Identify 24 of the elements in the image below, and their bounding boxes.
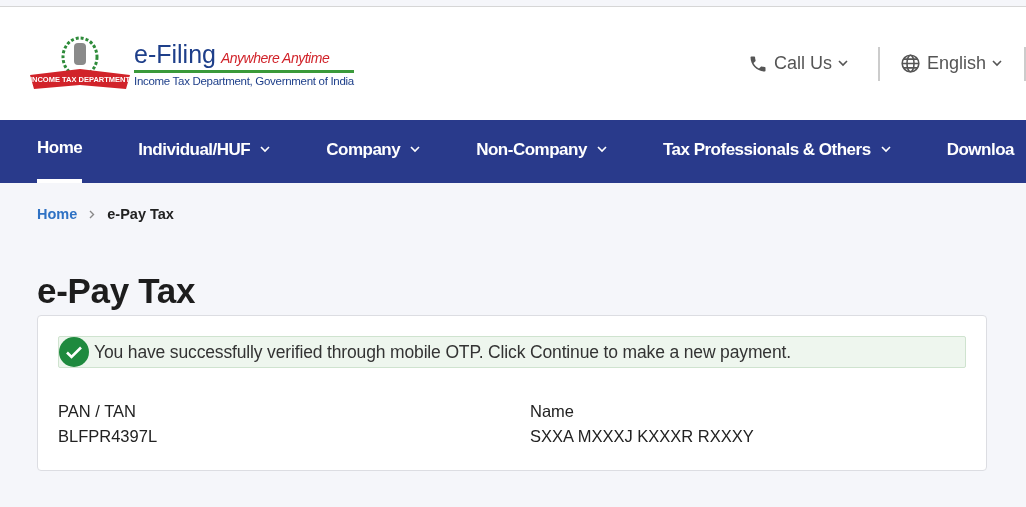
site-title: e-Filing <box>134 40 216 69</box>
site-tagline: Anywhere Anytime <box>221 50 330 66</box>
field-value: BLFPR4397L <box>58 427 159 446</box>
chevron-right-icon <box>89 209 96 219</box>
breadcrumb-current: e-Pay Tax <box>107 206 174 222</box>
language-dropdown[interactable]: English <box>879 46 1026 81</box>
nav-menu-item[interactable]: Home <box>37 120 83 183</box>
alert-message: You have successfully verified through mobile OTP. Click Continue to make a new payment. <box>94 341 791 363</box>
field-value: SXXA MXXXJ KXXXR RXXXY <box>530 427 755 446</box>
field-label: Name <box>530 402 575 421</box>
field-label: PAN / TAN <box>58 402 137 421</box>
chevron-down-icon <box>992 60 1002 67</box>
breadcrumb-link[interactable]: Home <box>37 206 78 222</box>
call-us-dropdown[interactable]: Call Us <box>727 46 880 81</box>
globe-icon <box>899 53 921 74</box>
nav-menu-item[interactable]: Company <box>326 120 421 183</box>
chevron-down-icon <box>837 60 848 67</box>
site-subtitle: Income Tax Department, Government of India <box>134 75 354 87</box>
nav-menu-item[interactable]: Downloa <box>946 120 1014 183</box>
page-title: e-Pay Tax <box>37 271 197 311</box>
nav-menu-item[interactable]: Individual/HUF <box>138 120 271 183</box>
nav-menu-item[interactable]: Tax Professionals & Others <box>662 120 891 183</box>
check-circle-icon <box>59 337 89 367</box>
nav-menu-item[interactable]: Non-Company <box>476 120 607 183</box>
